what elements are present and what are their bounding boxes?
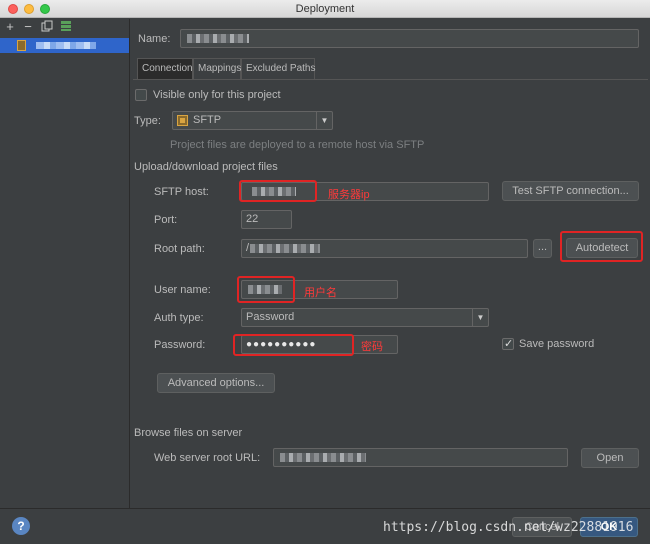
sftp-type-icon (177, 115, 188, 126)
copy-server-icon[interactable] (40, 20, 54, 34)
close-window-icon[interactable] (8, 4, 18, 14)
web-root-url-value-obscured (280, 452, 366, 462)
name-value-obscured (187, 33, 249, 43)
web-server-root-url-field[interactable] (273, 448, 568, 467)
autodetect-highlight (560, 231, 643, 262)
auth-type-label: Auth type: (154, 312, 204, 324)
add-server-icon[interactable]: + (3, 20, 17, 34)
type-select[interactable]: SFTP ▼ (172, 111, 333, 130)
server-list-toolbar: + − (0, 19, 129, 37)
save-password-checkbox[interactable] (502, 337, 514, 350)
type-value: SFTP (193, 114, 222, 126)
root-path-value-obscured (250, 243, 321, 253)
window-title: Deployment (295, 3, 355, 15)
zoom-window-icon[interactable] (40, 4, 50, 14)
type-hint: Project files are deployed to a remote h… (170, 139, 425, 151)
visible-only-checkbox[interactable] (135, 89, 147, 101)
tab-excluded-paths[interactable]: Excluded Paths (241, 58, 316, 79)
user-name-highlight (237, 276, 295, 303)
root-path-field[interactable]: / (241, 239, 528, 258)
chevron-down-icon: ▼ (316, 112, 332, 129)
server-name-obscured (36, 42, 96, 49)
advanced-options-button[interactable]: Advanced options... (157, 373, 275, 393)
password-annotation: 密码 (361, 341, 383, 353)
root-path-browse-button[interactable]: ... (533, 239, 552, 258)
port-label: Port: (154, 214, 178, 226)
name-field[interactable] (180, 29, 639, 48)
root-path-label: Root path: (154, 243, 205, 255)
user-name-annotation: 用户名 (304, 287, 337, 299)
browse-section-title: Browse files on server (134, 427, 243, 439)
sftp-host-highlight (239, 180, 317, 202)
auth-type-value: Password (246, 311, 295, 323)
tab-divider (133, 79, 648, 80)
server-list-item[interactable] (0, 38, 129, 53)
chevron-down-icon: ▼ (472, 309, 488, 326)
web-server-root-url-label: Web server root URL: (154, 452, 261, 464)
tab-connection[interactable]: Connection (137, 58, 193, 79)
port-field[interactable]: 22 (241, 210, 292, 229)
sftp-host-annotation: 服务器ip (328, 189, 370, 201)
password-highlight (233, 334, 354, 356)
save-password-label: Save password (519, 338, 595, 350)
minimize-window-icon[interactable] (24, 4, 34, 14)
sftp-host-label: SFTP host: (154, 186, 209, 198)
remove-server-icon[interactable]: − (21, 20, 35, 34)
help-icon[interactable]: ? (12, 517, 30, 535)
sftp-server-icon (17, 40, 26, 51)
watermark-text: https://blog.csdn.net/wz22881916 (383, 520, 634, 535)
tab-mappings[interactable]: Mappings (193, 58, 241, 79)
test-sftp-connection-button[interactable]: Test SFTP connection... (502, 181, 639, 201)
upload-section-title: Upload/download project files (134, 161, 278, 173)
dialog-footer: ? Cancel OK https://blog.csdn.net/wz2288… (0, 508, 650, 544)
open-button[interactable]: Open (581, 448, 639, 468)
type-label: Type: (134, 115, 161, 127)
title-bar: Deployment (0, 0, 650, 18)
password-label: Password: (154, 339, 206, 351)
name-label: Name: (138, 33, 171, 45)
auth-type-select[interactable]: Password ▼ (241, 308, 489, 327)
root-path-prefix: / (246, 242, 250, 254)
default-server-icon[interactable] (59, 20, 73, 34)
visible-only-label: Visible only for this project (153, 89, 281, 101)
server-list-panel: + − (0, 19, 130, 508)
user-name-label: User name: (154, 284, 211, 296)
